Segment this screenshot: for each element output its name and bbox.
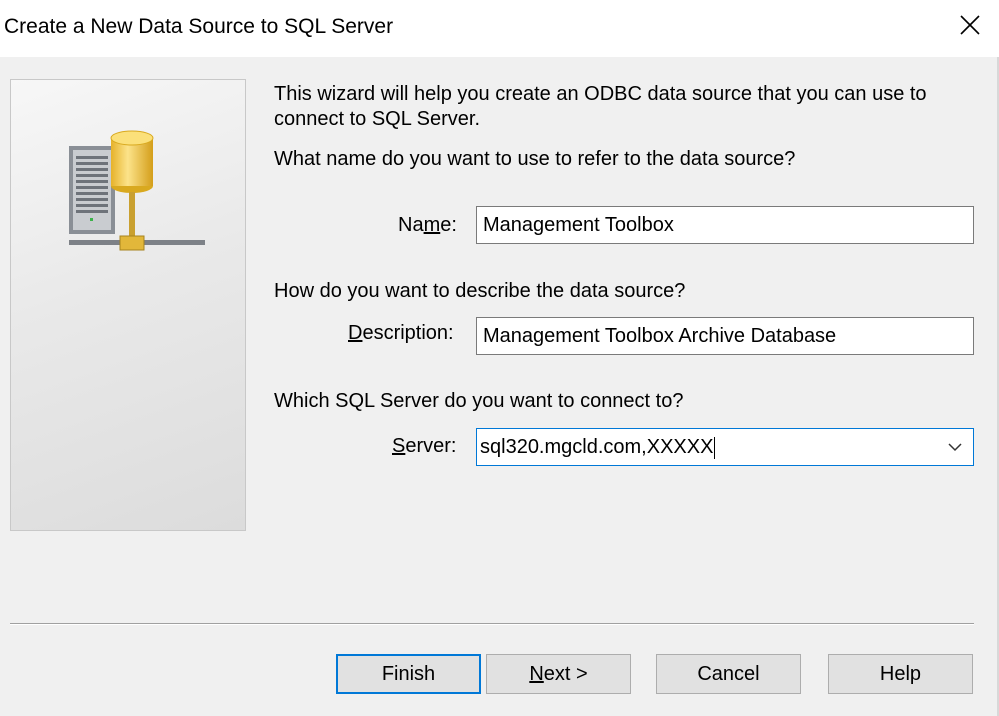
name-label-post: e: <box>440 214 457 236</box>
description-label-accel: D <box>348 322 362 344</box>
intro-line-2: connect to SQL Server. <box>274 107 480 132</box>
server-question: Which SQL Server do you want to connect … <box>274 389 683 414</box>
description-label-post: escription: <box>362 322 453 344</box>
chevron-down-icon[interactable] <box>947 440 963 454</box>
server-label: Server: <box>392 435 456 458</box>
title-bar: Create a New Data Source to SQL Server <box>0 0 999 57</box>
wizard-side-panel <box>10 79 246 531</box>
description-label: Description: <box>348 322 454 345</box>
intro-line-1: This wizard will help you create an ODBC… <box>274 82 927 107</box>
description-question: How do you want to describe the data sou… <box>274 279 685 304</box>
next-accel: N <box>529 663 543 686</box>
button-separator <box>10 623 974 625</box>
name-label: Name: <box>398 214 457 237</box>
server-input-text[interactable]: sql320.mgcld.com,XXXXX <box>480 436 713 458</box>
server-combobox[interactable]: sql320.mgcld.com,XXXXX <box>476 428 974 466</box>
server-label-post: erver: <box>405 435 456 457</box>
close-icon <box>959 14 981 36</box>
window-title: Create a New Data Source to SQL Server <box>4 15 393 39</box>
next-label-rest: ext > <box>544 663 588 686</box>
server-label-accel: S <box>392 435 405 457</box>
name-question: What name do you want to use to refer to… <box>274 147 795 172</box>
description-field[interactable]: Management Toolbox Archive Database <box>476 317 974 355</box>
close-button[interactable] <box>955 10 985 40</box>
finish-button[interactable]: Finish <box>336 654 481 694</box>
name-label-pre: Na <box>398 214 424 236</box>
name-label-accel: m <box>424 214 441 236</box>
help-button[interactable]: Help <box>828 654 973 694</box>
server-database-icon <box>67 130 217 260</box>
name-field[interactable]: Management Toolbox <box>476 206 974 244</box>
next-button[interactable]: Next > <box>486 654 631 694</box>
text-caret <box>714 437 715 459</box>
cancel-button[interactable]: Cancel <box>656 654 801 694</box>
